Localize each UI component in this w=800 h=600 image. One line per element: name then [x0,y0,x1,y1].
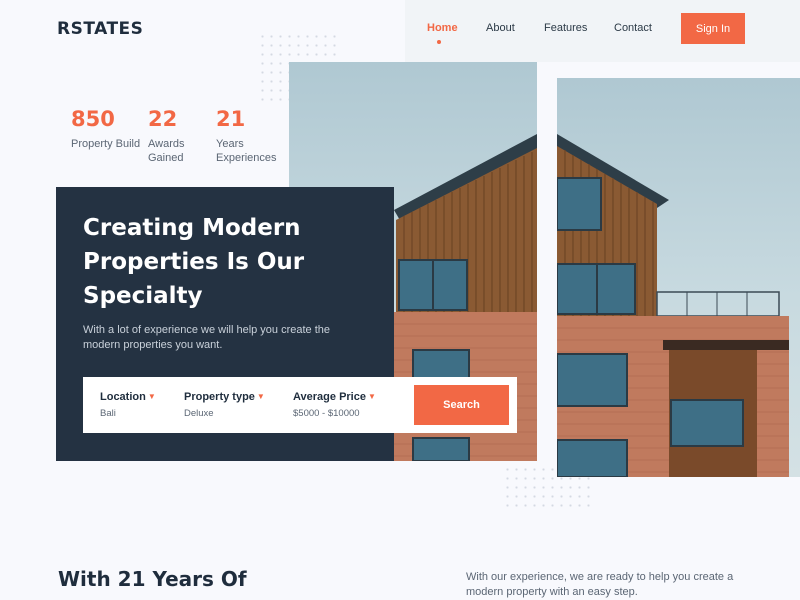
stat-years-experiences: 21 Years Experiences [216,106,286,165]
stat-label: Property Build [71,138,141,150]
stat-awards-gained: 22 Awards Gained [148,106,218,165]
location-dropdown[interactable]: Location ▼ Bali [100,391,156,419]
stat-value: 850 [71,107,115,131]
hero-title: Creating Modern Properties Is Our Specia… [83,215,305,309]
stat-label: Awards Gained [148,138,185,164]
property-type-value: Deluxe [184,408,214,419]
about-text: With our experience, we are ready to hel… [466,571,734,598]
chevron-down-icon: ▼ [147,392,156,401]
sign-in-button[interactable]: Sign In [681,13,745,44]
active-indicator-dot [437,40,441,44]
location-value: Bali [100,408,116,419]
search-button[interactable]: Search [414,385,509,425]
stat-value: 22 [148,107,178,131]
hero-subtitle: With a lot of experience we will help yo… [83,324,331,351]
nav-link-about[interactable]: About [486,22,515,34]
property-type-label: Property type ▼ [184,391,265,403]
chevron-down-icon: ▼ [256,392,265,401]
building-photo-right [557,78,800,477]
stat-value: 21 [216,107,246,131]
nav-link-contact[interactable]: Contact [614,22,652,34]
property-type-dropdown[interactable]: Property type ▼ Deluxe [184,391,265,419]
main-nav: Home About Features Contact [0,22,800,44]
location-label: Location ▼ [100,391,156,403]
property-search-bar: Location ▼ Bali Property type ▼ Deluxe Ave… [83,377,517,433]
about-heading: With 21 Years Of [58,567,247,591]
nav-link-home[interactable]: Home [427,22,458,34]
chevron-down-icon: ▼ [367,392,376,401]
average-price-label: Average Price ▼ [293,391,376,403]
average-price-value: $5000 - $10000 [293,408,360,419]
average-price-dropdown[interactable]: Average Price ▼ $5000 - $10000 [293,391,376,419]
stat-label: Years Experiences [216,138,277,164]
nav-link-features[interactable]: Features [544,22,587,34]
stat-property-build: 850 Property Build [71,106,141,151]
